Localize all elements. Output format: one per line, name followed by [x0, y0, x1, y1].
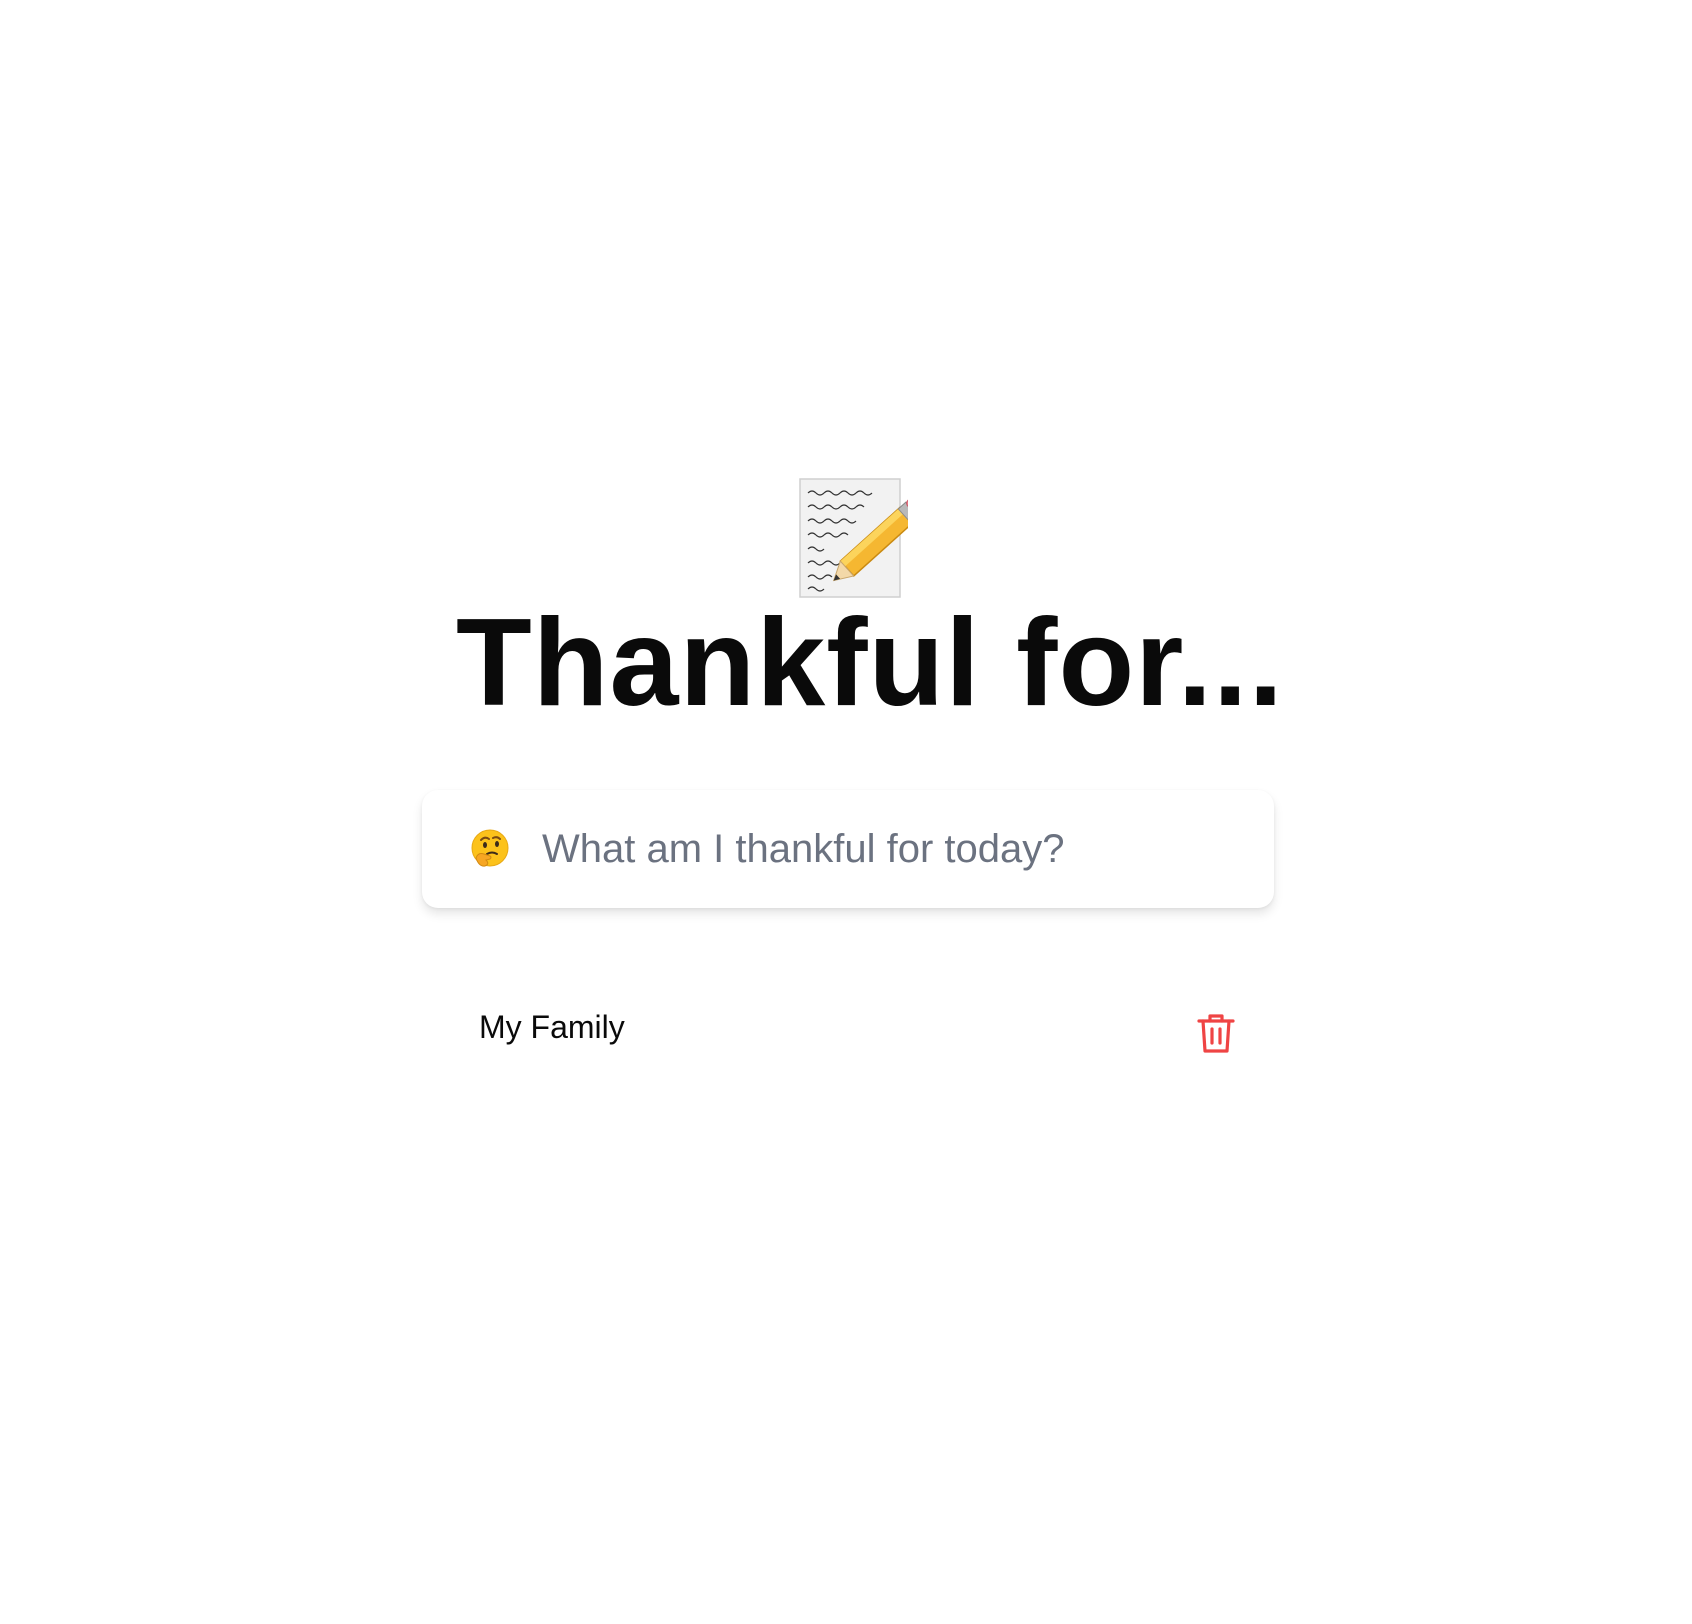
entry-form: [422, 790, 1274, 908]
list-item: My Family: [479, 1005, 1239, 1061]
thinking-face-icon: [471, 829, 509, 867]
page-title: Thankful for...: [456, 594, 1284, 732]
entries-list: My Family: [479, 1005, 1239, 1061]
delete-button[interactable]: [1195, 1011, 1237, 1055]
thankful-input[interactable]: [542, 810, 1242, 888]
page: Thankful for... My Family: [0, 0, 1692, 1624]
memo-icon: [799, 478, 908, 598]
entry-text: My Family: [479, 1009, 625, 1045]
trash-icon: [1197, 1014, 1235, 1053]
